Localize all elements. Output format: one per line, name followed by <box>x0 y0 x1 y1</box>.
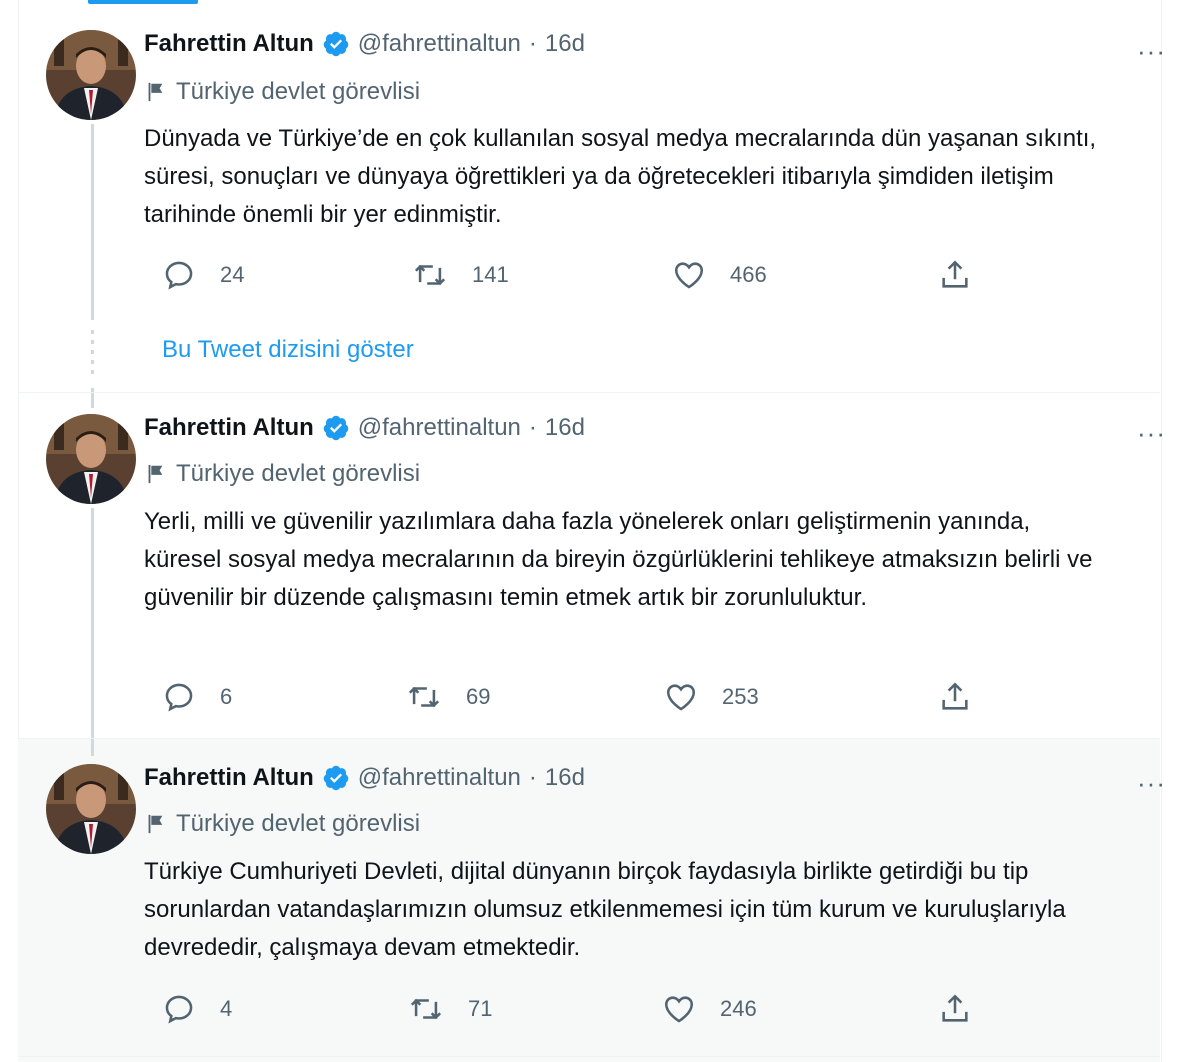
verified-badge-icon <box>322 414 350 442</box>
tweet-time[interactable]: 16d <box>545 764 585 792</box>
more-options-icon[interactable]: ··· <box>1137 770 1166 796</box>
verified-badge-icon <box>322 764 350 792</box>
tweet-header: Fahrettin Altun @fahrettinaltun · 16d <box>144 764 585 792</box>
heart-icon <box>674 262 704 289</box>
tweet-time[interactable]: 16d <box>545 30 585 58</box>
avatar[interactable] <box>46 414 136 504</box>
author-handle[interactable]: @fahrettinaltun <box>358 764 521 792</box>
reply-button[interactable]: 6 <box>162 680 232 714</box>
retweet-button[interactable]: 69 <box>406 680 490 714</box>
tweet-actions: 4 71 246 <box>162 992 982 1032</box>
author-name[interactable]: Fahrettin Altun <box>144 764 314 792</box>
share-button[interactable] <box>938 258 996 292</box>
retweet-count: 71 <box>468 996 493 1021</box>
flag-icon <box>148 464 163 484</box>
reply-icon <box>165 683 193 712</box>
tweet-actions: 6 69 253 <box>162 680 982 720</box>
retweet-count: 141 <box>472 262 509 287</box>
author-name[interactable]: Fahrettin Altun <box>144 414 314 442</box>
gov-label: Türkiye devlet görevlisi <box>144 460 420 488</box>
like-button[interactable]: 466 <box>672 258 767 292</box>
thread-line <box>91 124 94 320</box>
separator-dot: · <box>528 764 537 791</box>
tweet-actions: 24 141 466 <box>162 258 982 298</box>
like-count: 466 <box>730 262 767 287</box>
share-button[interactable] <box>938 992 996 1026</box>
heart-icon <box>666 684 696 711</box>
like-count: 246 <box>720 996 757 1021</box>
gov-label: Türkiye devlet görevlisi <box>144 810 420 838</box>
share-icon <box>942 260 968 288</box>
tweet-text: Yerli, milli ve güvenilir yazılımlara da… <box>144 508 1093 611</box>
retweet-button[interactable]: 141 <box>412 258 509 292</box>
tweet-divider <box>18 392 1160 393</box>
more-options-icon[interactable]: ··· <box>1137 420 1166 446</box>
thread-dotted-line <box>91 330 94 378</box>
tweet-divider <box>18 1056 1160 1057</box>
flag-icon <box>148 82 163 102</box>
separator-dot: · <box>528 414 537 441</box>
tweet-header: Fahrettin Altun @fahrettinaltun · 16d <box>144 30 585 58</box>
reply-count: 24 <box>220 262 245 287</box>
share-icon <box>942 994 968 1022</box>
reply-icon <box>165 995 193 1024</box>
author-name[interactable]: Fahrettin Altun <box>144 30 314 58</box>
tweet-time[interactable]: 16d <box>545 414 585 442</box>
tweet-header: Fahrettin Altun @fahrettinaltun · 16d <box>144 414 585 442</box>
thread-line <box>91 388 94 408</box>
reply-button[interactable]: 24 <box>162 258 244 292</box>
gov-label-text: Türkiye devlet görevlisi <box>176 460 421 487</box>
avatar[interactable] <box>46 30 136 120</box>
gov-label-text: Türkiye devlet görevlisi <box>176 78 421 105</box>
heart-icon <box>664 996 694 1023</box>
flag-icon <box>148 814 163 834</box>
retweet-icon <box>410 998 442 1020</box>
verified-badge-icon <box>322 30 350 58</box>
share-button[interactable] <box>938 680 996 714</box>
reply-count: 4 <box>220 996 233 1021</box>
more-options-icon[interactable]: ··· <box>1137 38 1166 64</box>
like-button[interactable]: 246 <box>662 992 757 1026</box>
avatar[interactable] <box>46 764 136 854</box>
tweet-text: Türkiye Cumhuriyeti Devleti, dijital dün… <box>144 858 1066 961</box>
thread-line <box>91 508 94 756</box>
gov-label-text: Türkiye devlet görevlisi <box>176 810 421 837</box>
separator-dot: · <box>528 30 537 57</box>
top-tab-indicator <box>88 0 198 4</box>
retweet-icon <box>414 264 446 286</box>
author-handle[interactable]: @fahrettinaltun <box>358 414 521 442</box>
author-handle[interactable]: @fahrettinaltun <box>358 30 521 58</box>
share-icon <box>942 682 968 710</box>
retweet-icon <box>408 686 440 708</box>
retweet-count: 69 <box>466 684 491 709</box>
retweet-button[interactable]: 71 <box>408 992 492 1026</box>
tweet-text: Dünyada ve Türkiye’de en çok kullanılan … <box>144 125 1097 228</box>
reply-icon <box>165 261 193 290</box>
show-thread-link[interactable]: Bu Tweet dizisini göster <box>162 336 414 364</box>
tweet-divider <box>18 738 1160 739</box>
like-button[interactable]: 253 <box>664 680 759 714</box>
gov-label: Türkiye devlet görevlisi <box>144 78 420 106</box>
reply-button[interactable]: 4 <box>162 992 232 1026</box>
like-count: 253 <box>722 684 759 709</box>
reply-count: 6 <box>220 684 233 709</box>
